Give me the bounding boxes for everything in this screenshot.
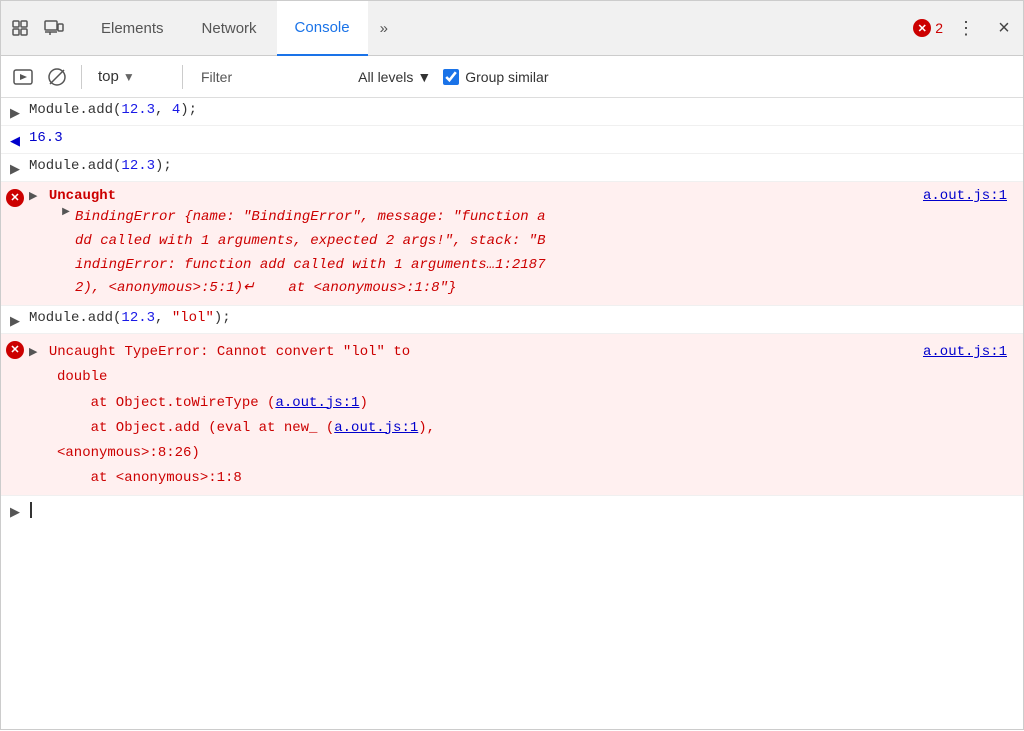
tab-more[interactable]: »	[370, 12, 398, 45]
separator-1	[81, 65, 82, 89]
input-prompt-3: ▶	[1, 310, 29, 329]
console-output: ▶ Module.add(12.3, 4); ◀ 16.3 ▶ Module.a…	[1, 98, 1023, 731]
output-arrow-1: ◀	[1, 130, 29, 149]
error-link-add[interactable]: a.out.js:1	[334, 420, 418, 436]
levels-button[interactable]: All levels ▼	[352, 67, 437, 87]
separator-2	[182, 65, 183, 89]
device-toggle-icon[interactable]	[39, 13, 69, 43]
filter-input[interactable]	[246, 69, 346, 85]
cursor-blink	[30, 502, 32, 518]
execute-icon[interactable]	[9, 63, 37, 91]
console-row-5: ▶ Module.add(12.3, "lol");	[1, 306, 1023, 334]
error-content-1: ▶ Uncaught a.out.js:1 ▶ BindingError {na…	[29, 186, 1015, 301]
group-similar-checkbox[interactable]	[443, 69, 459, 85]
context-arrow-icon: ▼	[123, 70, 135, 84]
tab-network[interactable]: Network	[184, 1, 275, 56]
expand-arrow-detail[interactable]: ▶	[57, 206, 75, 218]
prompt-input-area[interactable]	[29, 502, 32, 519]
console-row-2: ◀ 16.3	[1, 126, 1023, 154]
devtools-menu-button[interactable]: ⋮	[951, 13, 981, 43]
tab-bar-right: ✕ 2 ⋮ ×	[913, 13, 1019, 43]
console-input-3: Module.add(12.3, "lol");	[29, 310, 1015, 326]
input-prompt-2: ▶	[1, 158, 29, 177]
devtools-icons	[5, 13, 69, 43]
console-row-error-2: ✕ ▶ Uncaught TypeError: Cannot convert "…	[1, 334, 1023, 496]
clear-console-button[interactable]	[43, 63, 71, 91]
console-prompt-row: ▶	[1, 496, 1023, 524]
filter-label: Filter	[193, 67, 240, 87]
devtools-close-button[interactable]: ×	[989, 13, 1019, 43]
expand-arrow-1[interactable]: ▶	[29, 189, 37, 203]
error-badge: ✕ 2	[913, 19, 943, 37]
console-row-1: ▶ Module.add(12.3, 4);	[1, 98, 1023, 126]
error-link-1[interactable]: a.out.js:1	[923, 188, 1007, 204]
tab-elements[interactable]: Elements	[83, 1, 182, 56]
expand-arrow-2[interactable]: ▶	[29, 344, 37, 364]
levels-arrow-icon: ▼	[417, 69, 431, 85]
group-similar-label[interactable]: Group similar	[443, 69, 548, 85]
tab-console[interactable]: Console	[277, 1, 368, 56]
prompt-icon: ▶	[1, 501, 29, 520]
tab-bar: Elements Network Console » ✕ 2 ⋮ ×	[1, 1, 1023, 56]
error-icon-2: ✕	[1, 338, 29, 359]
error-detail-1: ▶ BindingError {name: "BindingError", me…	[57, 206, 1015, 301]
error-icon: ✕	[913, 19, 931, 37]
console-input-2: Module.add(12.3);	[29, 158, 1015, 174]
console-toolbar: top ▼ Filter All levels ▼ Group similar	[1, 56, 1023, 98]
console-row-3: ▶ Module.add(12.3);	[1, 154, 1023, 182]
console-output-1: 16.3	[29, 130, 1015, 146]
console-input-1: Module.add(12.3, 4);	[29, 102, 1015, 118]
error-link-towiretype[interactable]: a.out.js:1	[275, 395, 359, 411]
error-detail-2: double at Object.toWireType (a.out.js:1)…	[57, 365, 1015, 491]
context-selector[interactable]: top ▼	[92, 66, 172, 87]
cursor-icon[interactable]	[5, 13, 35, 43]
input-prompt-1: ▶	[1, 102, 29, 121]
error-icon-1: ✕	[1, 186, 29, 207]
error-content-2: ▶ Uncaught TypeError: Cannot convert "lo…	[29, 338, 1015, 491]
console-row-error-1: ✕ ▶ Uncaught a.out.js:1 ▶ BindingError {…	[1, 182, 1023, 306]
error-link-2[interactable]: a.out.js:1	[923, 340, 1007, 365]
